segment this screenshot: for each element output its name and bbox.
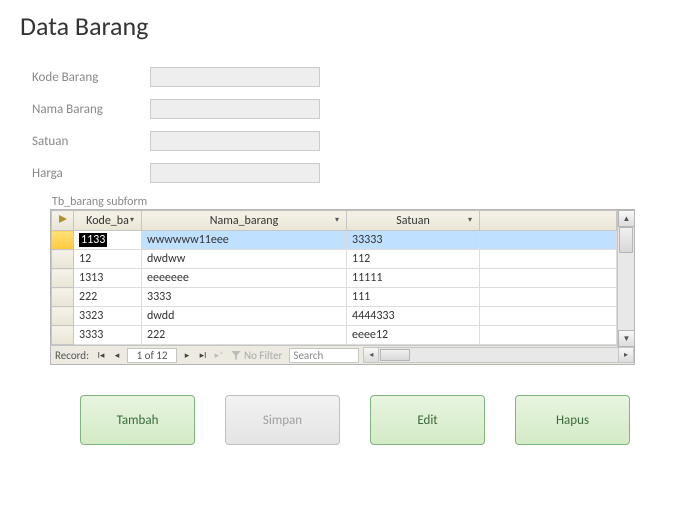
input-harga[interactable] — [150, 163, 320, 183]
cell-nama[interactable]: 222 — [142, 326, 347, 345]
cell-nama[interactable]: dwdd — [142, 307, 347, 326]
nav-first-icon[interactable]: I◂ — [93, 347, 109, 363]
label-kode-barang: Kode Barang — [20, 70, 150, 85]
cell-nama[interactable]: dwdww — [142, 250, 347, 269]
cell-kode[interactable]: 1133 — [74, 231, 142, 250]
cell-nama[interactable]: wwwwww11eee — [142, 231, 347, 250]
nav-next-icon[interactable]: ▸ — [179, 347, 195, 363]
row-selector[interactable] — [52, 307, 74, 326]
cell-kode[interactable]: 3333 — [74, 326, 142, 345]
nav-prev-icon[interactable]: ◂ — [109, 347, 125, 363]
nav-label: Record: — [51, 349, 93, 362]
cell-nama[interactable]: 3333 — [142, 288, 347, 307]
table-row[interactable]: 12dwdww112 — [52, 250, 617, 269]
column-header-nama[interactable]: Nama_barang ▾ — [142, 211, 347, 231]
scroll-thumb[interactable] — [619, 227, 633, 253]
row-selector[interactable] — [52, 288, 74, 307]
label-harga: Harga — [20, 166, 150, 181]
cell-satuan[interactable]: 11111 — [347, 269, 480, 288]
cell-extra — [480, 269, 617, 288]
page-title: Data Barang — [20, 10, 659, 42]
funnel-icon — [231, 351, 241, 360]
record-navigator: Record: I◂ ◂ 1 of 12 ▸ ▸I ▸* No Filter S… — [51, 345, 634, 364]
table-row[interactable]: 3333222eeee12 — [52, 326, 617, 345]
cell-satuan[interactable]: 33333 — [347, 231, 480, 250]
cell-kode[interactable]: 222 — [74, 288, 142, 307]
scroll-down-icon[interactable]: ▼ — [618, 330, 635, 347]
label-nama-barang: Nama Barang — [20, 102, 150, 117]
cell-extra — [480, 288, 617, 307]
cell-satuan[interactable]: 4444333 — [347, 307, 480, 326]
dropdown-icon[interactable]: ▾ — [125, 213, 139, 227]
label-satuan: Satuan — [20, 134, 150, 149]
table-row[interactable]: 1313eeeeeee11111 — [52, 269, 617, 288]
column-header-kode[interactable]: Kode_ba ▾ — [74, 211, 142, 231]
cell-extra — [480, 326, 617, 345]
nav-new-icon[interactable]: ▸* — [211, 347, 227, 363]
vertical-scrollbar[interactable]: ▲ ▼ — [617, 210, 634, 347]
dropdown-icon[interactable]: ▾ — [463, 213, 477, 227]
cell-kode[interactable]: 3323 — [74, 307, 142, 326]
scroll-right-icon[interactable]: ▸ — [618, 348, 633, 362]
horizontal-scrollbar[interactable]: ◂ ▸ — [363, 347, 634, 363]
cell-kode[interactable]: 1313 — [74, 269, 142, 288]
nav-search-input[interactable]: Search — [289, 348, 359, 363]
nav-last-icon[interactable]: ▸I — [195, 347, 211, 363]
nav-filter-label: No Filter — [244, 349, 282, 362]
cell-satuan[interactable]: 112 — [347, 250, 480, 269]
select-all-corner[interactable] — [52, 211, 74, 231]
column-header-nama-label: Nama_barang — [210, 214, 279, 228]
column-header-satuan-label: Satuan — [396, 214, 430, 228]
dropdown-icon[interactable]: ▾ — [330, 213, 344, 227]
nav-filter[interactable]: No Filter — [227, 349, 286, 362]
datasheet-grid: Kode_ba ▾ Nama_barang ▾ Satuan ▾ 1133www… — [50, 209, 635, 365]
cell-extra — [480, 307, 617, 326]
cell-satuan[interactable]: eeee12 — [347, 326, 480, 345]
simpan-button[interactable]: Simpan — [225, 395, 340, 445]
cell-satuan[interactable]: 111 — [347, 288, 480, 307]
column-header-extra — [480, 211, 617, 231]
cell-nama[interactable]: eeeeeee — [142, 269, 347, 288]
row-selector[interactable] — [52, 269, 74, 288]
hapus-button[interactable]: Hapus — [515, 395, 630, 445]
scroll-left-icon[interactable]: ◂ — [364, 348, 379, 362]
action-button-row: Tambah Simpan Edit Hapus — [80, 395, 659, 445]
cell-extra — [480, 250, 617, 269]
column-header-kode-label: Kode_ba — [86, 214, 129, 228]
tambah-button[interactable]: Tambah — [80, 395, 195, 445]
row-selector[interactable] — [52, 231, 74, 250]
input-nama-barang[interactable] — [150, 99, 320, 119]
edit-button[interactable]: Edit — [370, 395, 485, 445]
table-row[interactable]: 1133wwwwww11eee33333 — [52, 231, 617, 250]
table-row[interactable]: 2223333111 — [52, 288, 617, 307]
input-satuan[interactable] — [150, 131, 320, 151]
scroll-up-icon[interactable]: ▲ — [618, 210, 635, 227]
table-row[interactable]: 3323dwdd4444333 — [52, 307, 617, 326]
input-kode-barang[interactable] — [150, 67, 320, 87]
hscroll-thumb[interactable] — [380, 349, 410, 361]
nav-counter[interactable]: 1 of 12 — [127, 348, 177, 363]
cell-extra — [480, 231, 617, 250]
subform-label: Tb_barang subform — [50, 195, 635, 209]
row-selector[interactable] — [52, 250, 74, 269]
row-selector[interactable] — [52, 326, 74, 345]
cell-kode[interactable]: 12 — [74, 250, 142, 269]
form-area: Kode Barang Nama Barang Satuan Harga — [20, 67, 659, 183]
column-header-satuan[interactable]: Satuan ▾ — [347, 211, 480, 231]
